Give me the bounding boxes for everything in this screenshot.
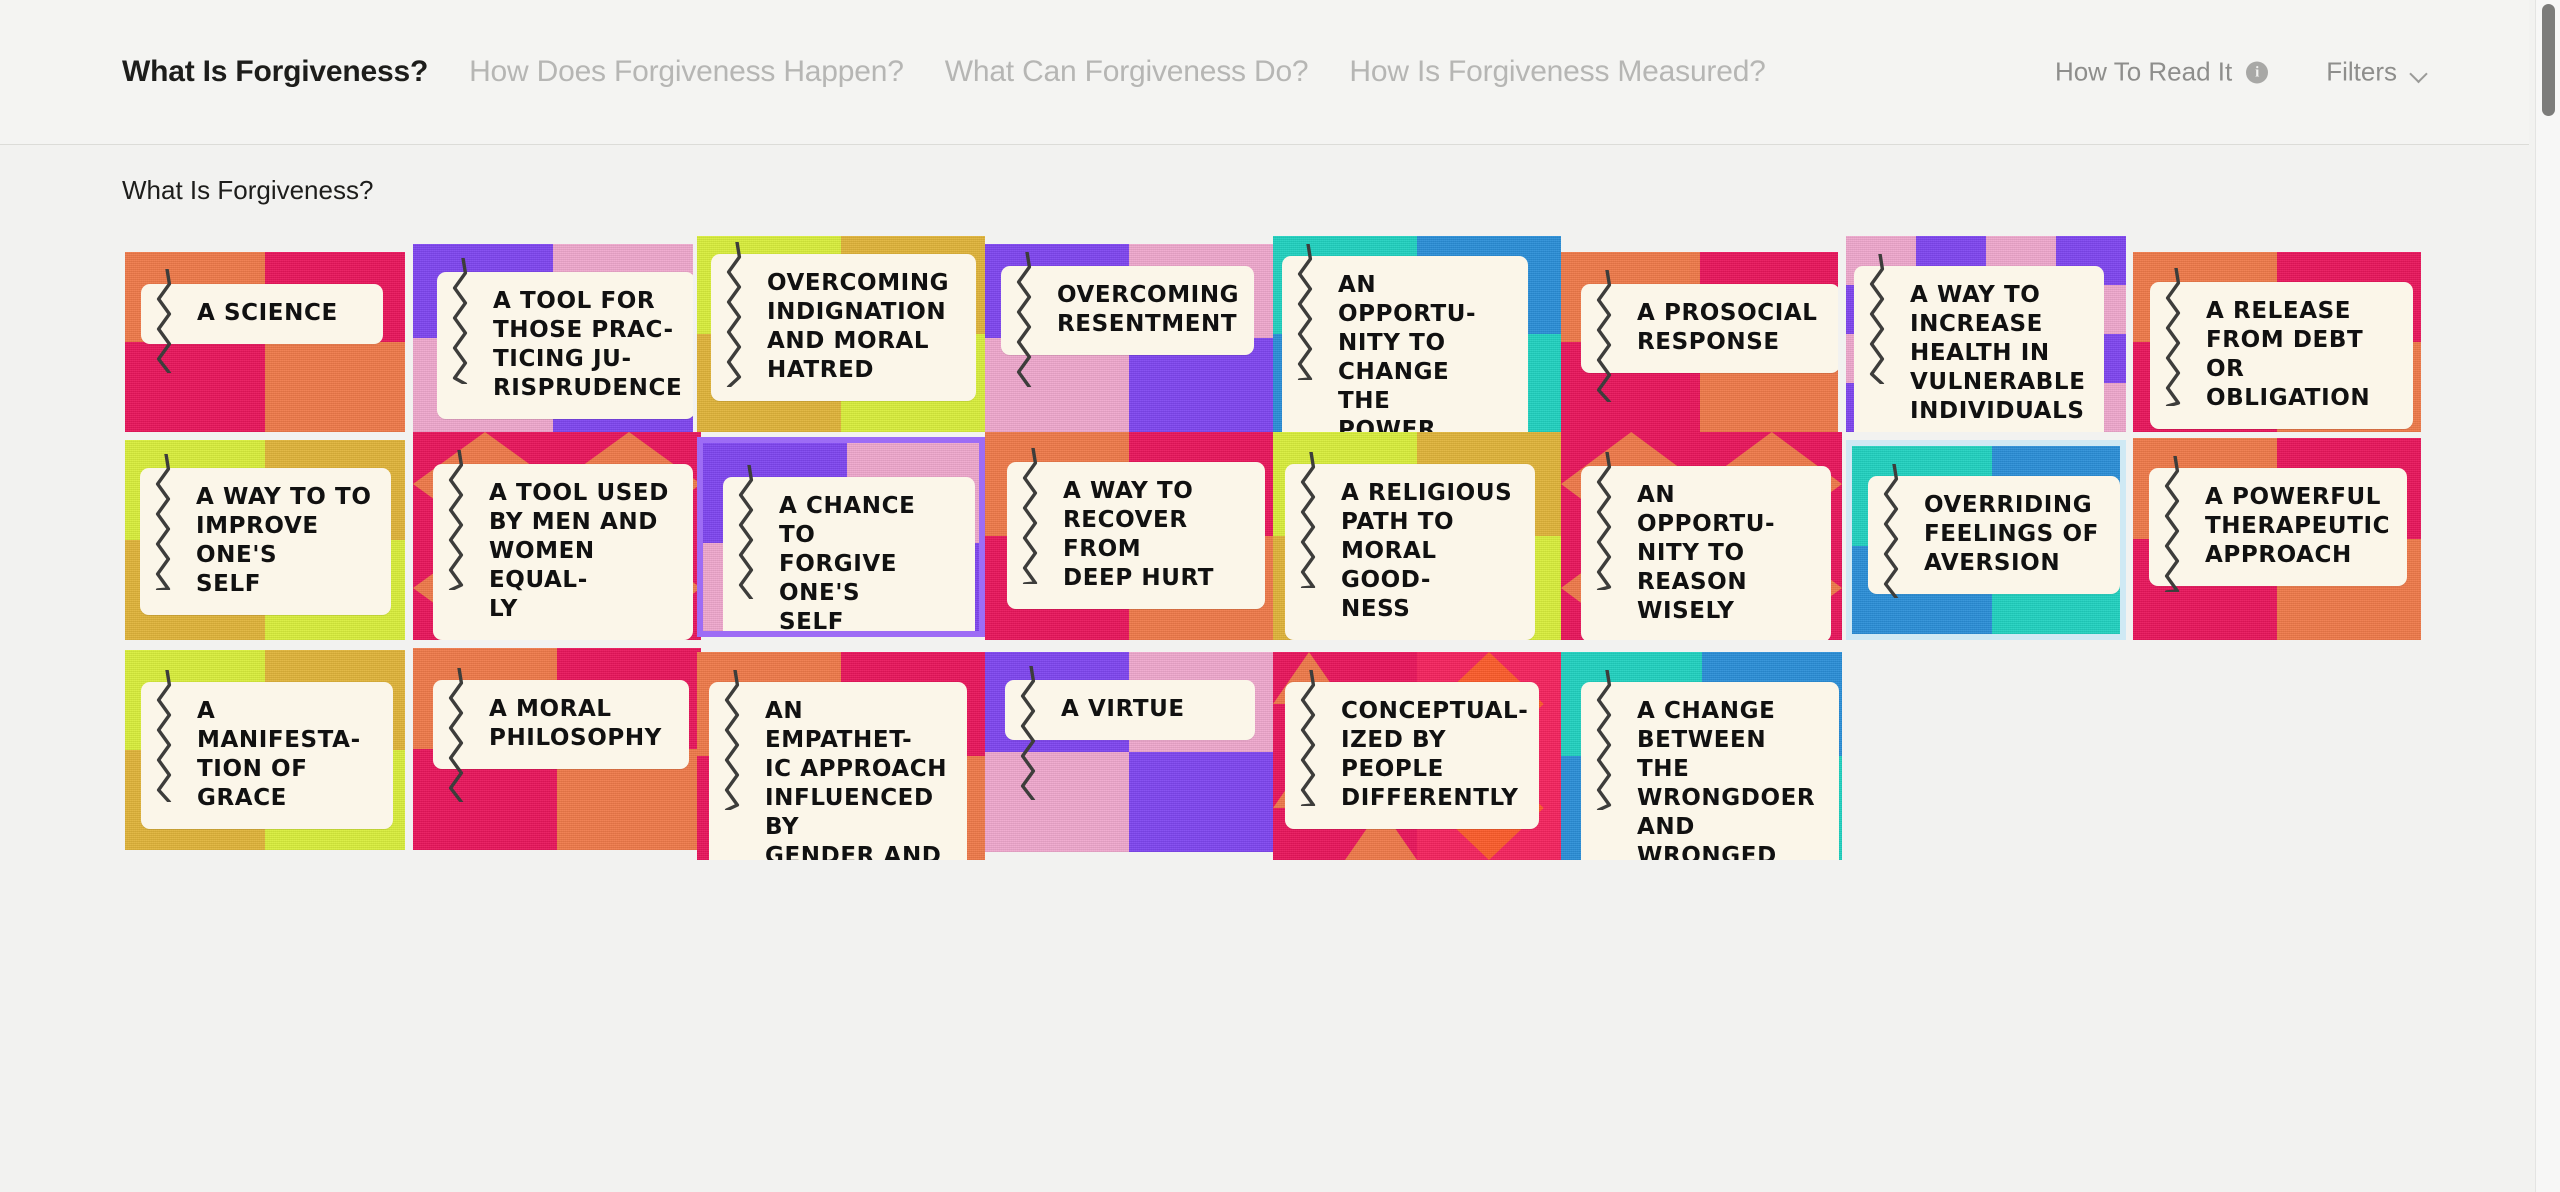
concept-card[interactable]: A Chance To Forgive One's Self [697,437,985,637]
card-label: A Change Between The Wrongdoer And Wrong… [1581,682,1839,860]
nav-tab-0[interactable]: What Is Forgiveness? [122,55,428,89]
card-label: A Science [141,284,383,344]
pattern-tile [1129,752,1273,852]
concept-card[interactable]: A Science [125,252,405,432]
concept-card[interactable]: Overriding Feelings Of Aversion [1846,440,2126,640]
concept-card[interactable]: Overcoming Resentment [985,244,1273,432]
card-label: An Opportu- Nity To Change The Power Dyn… [1282,256,1528,432]
top-navigation-bar: What Is Forgiveness? How Does Forgiveness… [0,0,2529,145]
how-to-read-it-label: How To Read It [2054,56,2233,87]
pattern-tile [985,752,1129,852]
concept-card[interactable]: A Moral Philosophy [413,648,701,850]
concept-card[interactable]: A Prosocial Response [1561,252,1838,432]
pattern-tile [265,342,405,432]
page-title: What Is Forgiveness? [122,175,374,205]
concept-card[interactable]: A Tool Used By Men And Women Equal- Ly [413,432,701,640]
card-label: A Tool For Those Prac- Ticing Ju- Rispru… [437,272,693,419]
card-label: An Opportu- Nity To Reason Wisely [1581,466,1831,640]
nav-tab-2[interactable]: What Can Forgiveness Do? [945,55,1309,89]
filters-label: Filters [2326,56,2397,87]
concept-card[interactable]: An Opportu- Nity To Reason Wisely [1561,432,1842,640]
card-label: An Empathet- Ic Approach Influenced By G… [709,682,967,860]
card-label: A Way To Recover From Deep Hurt [1007,462,1265,609]
concept-card[interactable]: An Opportu- Nity To Change The Power Dyn… [1273,236,1561,432]
vertical-scrollbar-thumb[interactable] [2542,4,2555,116]
how-to-read-it-button[interactable]: How To Read It i [2054,56,2269,88]
card-label: A Manifesta- Tion Of Grace [141,682,393,829]
card-label: Overriding Feelings Of Aversion [1868,476,2120,594]
concept-card[interactable]: A Manifesta- Tion Of Grace [125,650,405,850]
card-label: A Chance To Forgive One's Self [723,477,975,631]
concept-card[interactable]: A Religious Path To Moral Good- Ness [1273,432,1561,640]
chevron-down-icon[interactable] [2411,67,2429,77]
app-root: What Is Forgiveness? How Does Forgiveness… [0,0,2560,1192]
card-label: A Religious Path To Moral Good- Ness [1285,464,1535,640]
nav-utilities: How To Read It i Filters [2055,57,2429,88]
concept-card[interactable]: A Virtue [985,652,1273,852]
concept-card[interactable]: A Change Between The Wrongdoer And Wrong… [1561,652,1842,860]
nav-tab-list: What Is Forgiveness? How Does Forgiveness… [0,55,1807,89]
card-label: A Powerful Therapeutic Approach [2149,468,2407,586]
card-label: A Way To To Improve One's Self [140,468,391,615]
card-label: A Virtue [1005,680,1255,740]
card-label: A Way To Increase Health In Vulnerable I… [1854,266,2104,432]
concept-card[interactable]: A Tool For Those Prac- Ticing Ju- Rispru… [413,244,693,432]
concept-card[interactable]: A Way To To Improve One's Self [125,440,405,640]
card-board: A Science A Tool For Those Prac- Ticing J… [0,236,2529,1150]
concept-card[interactable]: A Release From Debt Or Obligation [2133,252,2421,432]
info-icon[interactable]: i [2246,61,2269,83]
card-label: A Tool Used By Men And Women Equal- Ly [433,464,693,640]
card-label: A Release From Debt Or Obligation [2150,282,2413,429]
card-label: Overcoming Indignation And Moral Hatred [711,254,976,401]
card-label: A Moral Philosophy [433,680,689,769]
concept-card[interactable]: A Powerful Therapeutic Approach [2133,438,2421,640]
card-label: A Prosocial Response [1581,284,1838,373]
card-label: Overcoming Resentment [1001,266,1254,355]
concept-card[interactable]: A Way To Recover From Deep Hurt [985,432,1273,640]
concept-card[interactable]: An Empathet- Ic Approach Influenced By G… [697,652,985,860]
filters-dropdown[interactable]: Filters [2326,57,2429,88]
pattern-tile [125,342,265,432]
concept-card[interactable]: Overcoming Indignation And Moral Hatred [697,236,985,432]
card-label: Conceptual- Ized By People Differently [1285,682,1539,829]
nav-tab-3[interactable]: How Is Forgiveness Measured? [1349,55,1765,89]
vertical-scrollbar-track[interactable] [2535,0,2560,1192]
concept-card[interactable]: A Way To Increase Health In Vulnerable I… [1846,236,2126,432]
concept-card[interactable]: Conceptual- Ized By People Differently [1273,652,1561,860]
nav-tab-1[interactable]: How Does Forgiveness Happen? [469,55,904,89]
